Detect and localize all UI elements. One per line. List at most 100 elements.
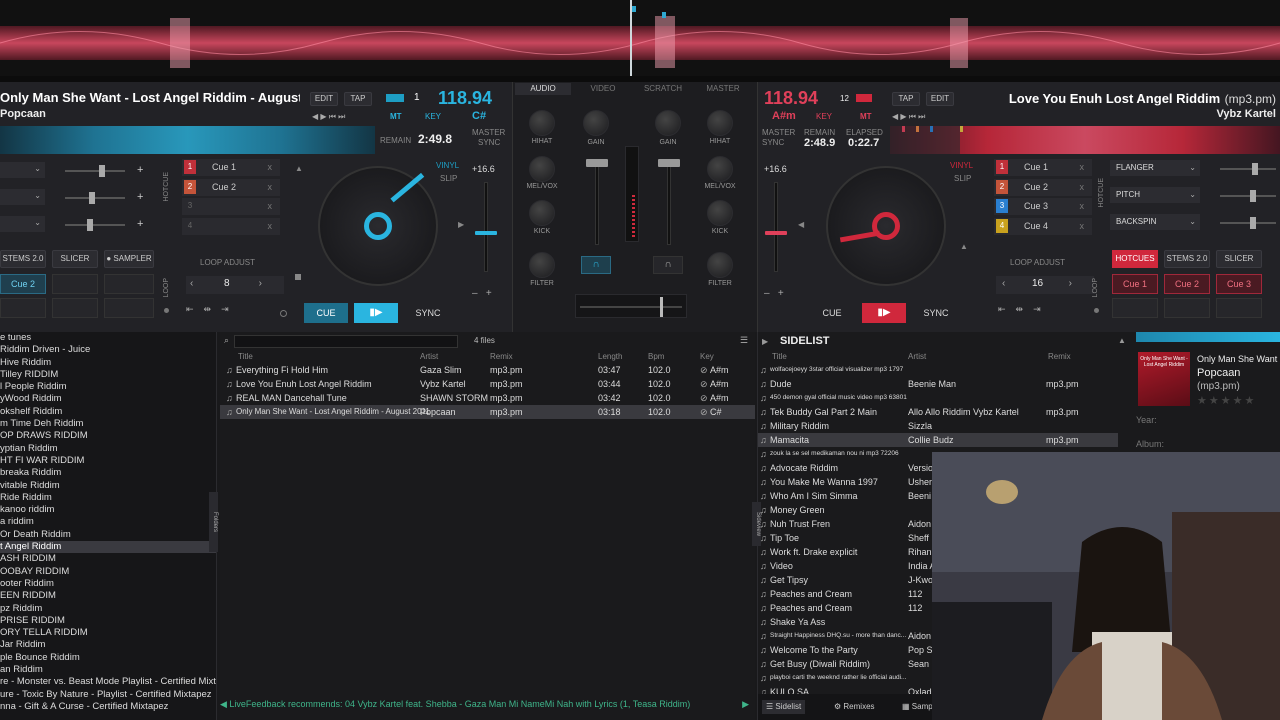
right-master-label[interactable]: MASTER	[762, 128, 795, 137]
col-artist[interactable]: Artist	[420, 352, 438, 361]
left-melvox-knob[interactable]	[529, 156, 555, 182]
folder-item[interactable]: kanoo riddim	[0, 504, 216, 516]
folder-item[interactable]: an Riddim	[0, 664, 216, 676]
folder-item[interactable]: e tunes	[0, 332, 216, 344]
sidelist-row[interactable]: ♫ Military Riddim Sizzla	[758, 419, 1118, 433]
sidelist-row[interactable]: ♫ Mamacita Collie Budz mp3.pm	[758, 433, 1118, 447]
folder-item[interactable]: ure - Toxic By Nature - Playlist - Certi…	[0, 689, 216, 701]
folder-item[interactable]: Ride Riddim	[0, 492, 216, 504]
right-vinyl-label[interactable]: VINYL	[950, 161, 973, 170]
cue-slot[interactable]: 2 Cue 2 x	[994, 178, 1092, 196]
col-title[interactable]: Title	[238, 352, 253, 361]
left-edit-button[interactable]: EDIT	[310, 92, 338, 106]
cue-slot[interactable]: 1 Cue 1 x	[994, 159, 1092, 176]
right-headphones-icon[interactable]: ∩	[653, 256, 683, 274]
effect-select[interactable]: BACKSPIN ⌄	[1110, 214, 1200, 230]
folder-item[interactable]: breaka Riddim	[0, 467, 216, 479]
right-pad[interactable]	[1164, 298, 1210, 318]
right-nudge-icon[interactable]: ◀	[798, 220, 804, 229]
effect-select[interactable]: PITCH ⌄	[1110, 187, 1200, 203]
folder-item[interactable]: m Time Deh Riddim	[0, 418, 216, 430]
left-effect-slider-1[interactable]	[65, 165, 125, 177]
right-play-pause-button[interactable]: ▮▶	[862, 303, 906, 323]
right-jogwheel[interactable]	[826, 166, 946, 286]
left-headphones-icon[interactable]: ∩	[581, 256, 611, 274]
left-jogwheel[interactable]	[318, 166, 438, 286]
rating-stars-icon[interactable]: ★★★★★	[1197, 394, 1256, 407]
left-pad-4[interactable]	[0, 298, 46, 318]
folder-item[interactable]: ple Bounce Riddim	[0, 652, 216, 664]
left-stop-icon[interactable]	[295, 274, 301, 280]
folder-item[interactable]: t Angel Riddim	[0, 541, 216, 554]
cue-delete-icon[interactable]: x	[268, 159, 273, 176]
crossfader[interactable]	[575, 294, 687, 318]
right-pad[interactable]	[1216, 298, 1262, 318]
left-pad-cue2[interactable]: Cue 2	[0, 274, 46, 294]
left-sampler-button[interactable]: ● SAMPLER	[104, 250, 154, 268]
folder-item[interactable]: EEN RIDDIM	[0, 590, 216, 602]
folder-item[interactable]: vitable Riddim	[0, 480, 216, 492]
track-row[interactable]: ♫ Love You Enuh Lost Angel Riddim Vybz Kar…	[220, 377, 755, 391]
col-key[interactable]: Key	[700, 352, 714, 361]
right-bpm[interactable]: 118.94	[764, 88, 818, 109]
cue-slot[interactable]: 3 Cue 3 x	[994, 198, 1092, 215]
folder-item[interactable]: Hive Riddim	[0, 357, 216, 369]
left-hihat-knob[interactable]	[529, 110, 555, 136]
folder-item[interactable]: PRISE RIDDIM	[0, 615, 216, 627]
slider-handle[interactable]	[1250, 217, 1256, 229]
right-sync-button[interactable]: SYNC	[914, 303, 958, 323]
right-slip-label[interactable]: SLIP	[954, 174, 971, 183]
cue-slot[interactable]: 4x	[182, 217, 280, 235]
right-stems-button[interactable]: STEMS 2.0	[1164, 250, 1210, 268]
cue-delete-icon[interactable]: x	[1080, 198, 1085, 215]
left-loop-increase-icon[interactable]: ›	[259, 278, 262, 289]
cue-delete-icon[interactable]: x	[268, 198, 273, 215]
left-track-waveform[interactable]	[0, 126, 375, 154]
folder-item[interactable]: a riddim	[0, 516, 216, 528]
left-effect-slider-3[interactable]	[65, 219, 125, 231]
cue-delete-icon[interactable]: x	[268, 179, 273, 196]
left-cue-button[interactable]: CUE	[304, 303, 348, 323]
sidelist-row[interactable]: ♫ Dude Beenie Man mp3.pm	[758, 377, 1118, 391]
left-key-value[interactable]: C#	[472, 110, 486, 122]
left-bpm[interactable]: 118.94	[438, 88, 492, 109]
effect-slider[interactable]	[1220, 163, 1276, 175]
sidelist-row[interactable]: ♫ Tek Buddy Gal Part 2 Main Allo Allo Ridd…	[758, 405, 1118, 419]
left-mt-label[interactable]: MT	[390, 112, 402, 121]
sidelist-arrow-icon[interactable]: ▶	[762, 337, 768, 346]
effect-select[interactable]: FLANGER ⌄	[1110, 160, 1200, 176]
folder-item[interactable]: Jar Riddim	[0, 639, 216, 651]
left-filter-knob[interactable]	[529, 252, 555, 278]
right-kick-knob[interactable]	[707, 200, 733, 226]
left-sync-label[interactable]: SYNC	[478, 138, 500, 147]
sidelist-col-artist[interactable]: Artist	[908, 352, 926, 361]
cue-delete-icon[interactable]: x	[1080, 218, 1085, 235]
right-hotcues-button[interactable]: HOTCUES	[1112, 250, 1158, 268]
right-filter-knob[interactable]	[707, 252, 733, 278]
folder-item[interactable]: yptian Riddim	[0, 443, 216, 455]
folders-tab[interactable]: Folders	[209, 492, 218, 552]
cue-slot[interactable]: 4 Cue 4 x	[994, 217, 1092, 235]
left-loop-controls-icons[interactable]: ⇤ ⇹ ⇥	[186, 304, 229, 315]
left-gain-knob[interactable]	[583, 110, 609, 136]
left-slicer-button[interactable]: SLICER	[52, 250, 98, 268]
list-menu-icon[interactable]: ☰	[740, 335, 748, 346]
left-loop-decrease-icon[interactable]: ‹	[190, 278, 193, 289]
track-row[interactable]: ♫ Only Man She Want - Lost Angel Riddim -…	[220, 405, 755, 419]
right-cue-button[interactable]: CUE	[810, 303, 854, 323]
right-edit-button[interactable]: EDIT	[926, 92, 954, 106]
cue-slot[interactable]: 2 Cue 2 x	[182, 178, 280, 196]
right-slicer-button[interactable]: SLICER	[1216, 250, 1262, 268]
left-volume-fader[interactable]	[586, 159, 608, 245]
left-tap-button[interactable]: TAP	[344, 92, 372, 106]
right-tap-button[interactable]: TAP	[892, 92, 920, 106]
folder-item[interactable]: Riddim Driven - Juice	[0, 344, 216, 356]
folder-item[interactable]: yWood Riddim	[0, 393, 216, 405]
mixer-tab-scratch[interactable]: SCRATCH	[635, 83, 691, 95]
left-effect-slot-3[interactable]: ⌄	[0, 216, 45, 232]
folder-item[interactable]: re - Monster vs. Beast Mode Playlist - C…	[0, 676, 216, 688]
left-loop-size[interactable]: ‹ 8 ›	[186, 276, 284, 294]
left-pitch-adjust-icons[interactable]: – +	[472, 288, 492, 299]
right-eject-icon[interactable]: ▲	[960, 242, 968, 251]
col-remix[interactable]: Remix	[490, 352, 513, 361]
